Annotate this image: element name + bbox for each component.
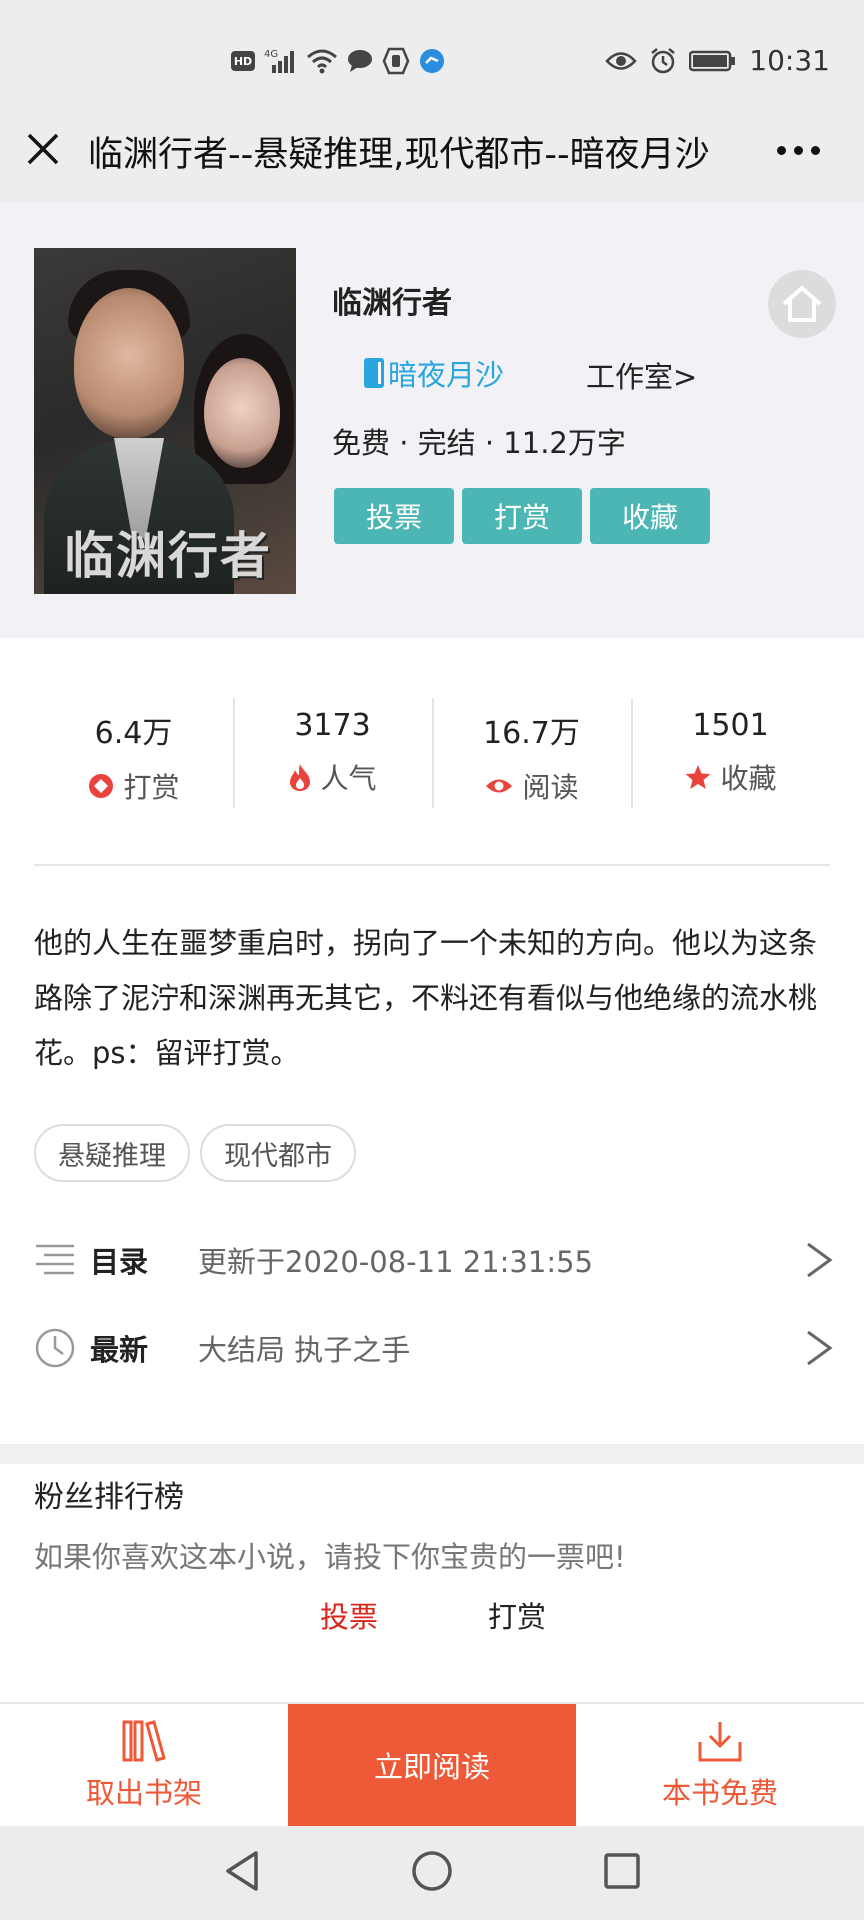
- stat-popularity: 3173 人气: [233, 694, 432, 808]
- app-icon: [418, 46, 446, 76]
- genre-tag[interactable]: 现代都市: [200, 1124, 356, 1182]
- bookshelf-icon: [122, 1720, 166, 1762]
- fans-reward-link[interactable]: 打赏: [488, 1594, 546, 1636]
- eye-icon: [605, 46, 638, 76]
- svg-text:4G: 4G: [264, 49, 278, 60]
- close-icon[interactable]: [26, 132, 60, 166]
- signal-4g-icon: 4G: [264, 46, 298, 76]
- chat-bubble-icon: [346, 46, 374, 76]
- title-bar: 临渊行者--悬疑推理,现代都市--暗夜月沙: [0, 96, 864, 202]
- eye-icon: [486, 779, 513, 793]
- status-icons-left: HD 4G: [230, 46, 446, 76]
- stat-collections: 1501 收藏: [631, 694, 830, 808]
- read-now-button[interactable]: 立即阅读: [288, 1704, 576, 1826]
- catalog-row[interactable]: 目录 更新于2020-08-11 21:31:55: [34, 1230, 834, 1290]
- book-meta: 免费 · 完结 · 11.2万字: [332, 426, 626, 460]
- book-action-buttons: 投票 打赏 收藏: [334, 488, 710, 544]
- more-options-icon[interactable]: [777, 146, 820, 155]
- catalog-update-time: 更新于2020-08-11 21:31:55: [198, 1245, 593, 1279]
- remove-from-shelf-button[interactable]: 取出书架: [0, 1704, 288, 1826]
- wifi-icon: [306, 46, 338, 76]
- fans-ranking-actions: 投票 打赏: [320, 1594, 546, 1636]
- home-icon: [782, 285, 822, 322]
- reward-icon: [89, 774, 114, 798]
- battery-icon: [689, 46, 737, 76]
- stat-value: 3173: [294, 708, 371, 743]
- section-separator: [0, 1444, 864, 1464]
- stat-value: 1501: [692, 708, 769, 743]
- download-icon: [698, 1722, 742, 1762]
- book-header: 临渊行者 临渊行者 暗夜月沙 工作室> 免费 · 完结 · 11.2万字 投票 …: [0, 202, 864, 638]
- book-cover[interactable]: 临渊行者: [34, 248, 296, 594]
- fire-icon: [290, 764, 311, 791]
- recents-icon[interactable]: [602, 1851, 642, 1895]
- stat-label: 收藏: [720, 762, 777, 795]
- free-download-button[interactable]: 本书免费: [576, 1704, 864, 1826]
- catalog-label: 目录: [90, 1245, 149, 1279]
- author-name[interactable]: 暗夜月沙: [388, 352, 504, 394]
- chevron-right-icon: [804, 1328, 834, 1368]
- status-time: 10:31: [749, 44, 830, 77]
- vote-button[interactable]: 投票: [334, 488, 454, 544]
- stat-label: 打赏: [123, 771, 180, 804]
- reward-button[interactable]: 打赏: [462, 488, 582, 544]
- remove-from-shelf-label: 取出书架: [85, 1776, 202, 1810]
- book-stats: 6.4万 打赏 3173 人气 16.7万 阅读 1501 收藏: [34, 694, 830, 808]
- hd-icon: HD: [230, 46, 256, 76]
- genre-tag[interactable]: 悬疑推理: [34, 1124, 190, 1182]
- book-description: 他的人生在噩梦重启时，拐向了一个未知的方向。他以为这条路除了泥泞和深渊再无其它，…: [34, 926, 818, 1070]
- book-name: 临渊行者: [332, 286, 452, 321]
- clock-icon: [34, 1327, 76, 1369]
- stat-reward: 6.4万 打赏: [34, 694, 233, 804]
- stat-reads: 16.7万 阅读: [432, 694, 631, 808]
- home-circle-icon[interactable]: [410, 1849, 454, 1897]
- divider: [34, 864, 830, 866]
- status-icons-right: 10:31: [605, 44, 830, 77]
- stat-label: 人气: [320, 762, 377, 795]
- hand-icon: [382, 46, 410, 76]
- system-nav-bar: [0, 1826, 864, 1920]
- author-link[interactable]: 暗夜月沙: [364, 352, 504, 394]
- latest-chapter-row[interactable]: 最新 大结局 执子之手: [34, 1318, 834, 1378]
- collect-button[interactable]: 收藏: [590, 488, 710, 544]
- home-button[interactable]: [768, 270, 836, 338]
- latest-label: 最新: [90, 1333, 149, 1367]
- cover-title: 临渊行者: [64, 526, 272, 585]
- author-book-icon: [364, 358, 384, 388]
- list-icon: [34, 1239, 76, 1281]
- stat-value: 6.4万: [94, 716, 173, 751]
- back-icon[interactable]: [222, 1849, 262, 1897]
- read-now-label: 立即阅读: [373, 1750, 490, 1784]
- latest-chapter-title: 大结局 执子之手: [198, 1333, 411, 1367]
- page-title: 临渊行者--悬疑推理,现代都市--暗夜月沙: [88, 135, 710, 175]
- fans-vote-link[interactable]: 投票: [320, 1594, 378, 1636]
- fans-ranking-title: 粉丝排行榜: [34, 1480, 184, 1515]
- star-icon: [685, 765, 711, 789]
- alarm-icon: [649, 46, 677, 76]
- fans-ranking-subtitle: 如果你喜欢这本小说，请投下你宝贵的一票吧!: [34, 1540, 626, 1574]
- svg-text:HD: HD: [234, 55, 252, 68]
- stat-label: 阅读: [522, 771, 579, 804]
- bottom-action-bar: 取出书架 立即阅读 本书免费: [0, 1702, 864, 1826]
- free-download-label: 本书免费: [661, 1776, 778, 1810]
- stat-value: 16.7万: [483, 716, 580, 751]
- genre-tags: 悬疑推理 现代都市: [34, 1124, 356, 1182]
- chevron-right-icon: [804, 1240, 834, 1280]
- studio-link[interactable]: 工作室>: [586, 354, 697, 396]
